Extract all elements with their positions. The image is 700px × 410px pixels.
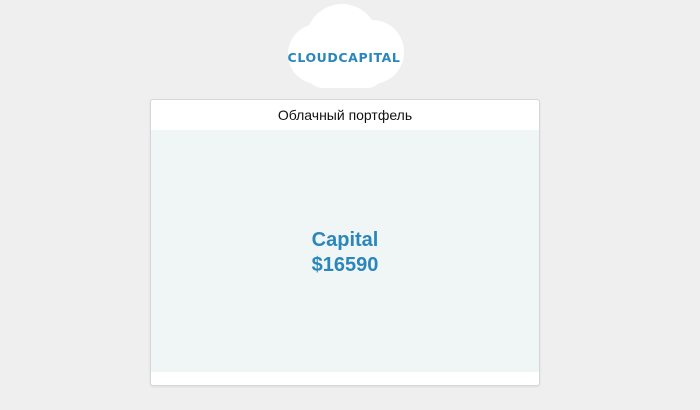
logo-text: CLOUDCAPITAL bbox=[287, 50, 401, 65]
portfolio-card: Облачный портфель Capital $16590 bbox=[150, 99, 540, 386]
capital-value: $16590 bbox=[311, 254, 379, 276]
portfolio-body: Capital $16590 bbox=[151, 130, 539, 372]
cloud-icon bbox=[288, 4, 404, 88]
portfolio-title: Облачный портфель bbox=[277, 107, 413, 123]
capital-summary: Capital $16590 bbox=[151, 228, 539, 278]
cloudcapital-logo: CLOUDCAPITAL bbox=[278, 2, 410, 94]
capital-label: Capital bbox=[311, 229, 379, 251]
